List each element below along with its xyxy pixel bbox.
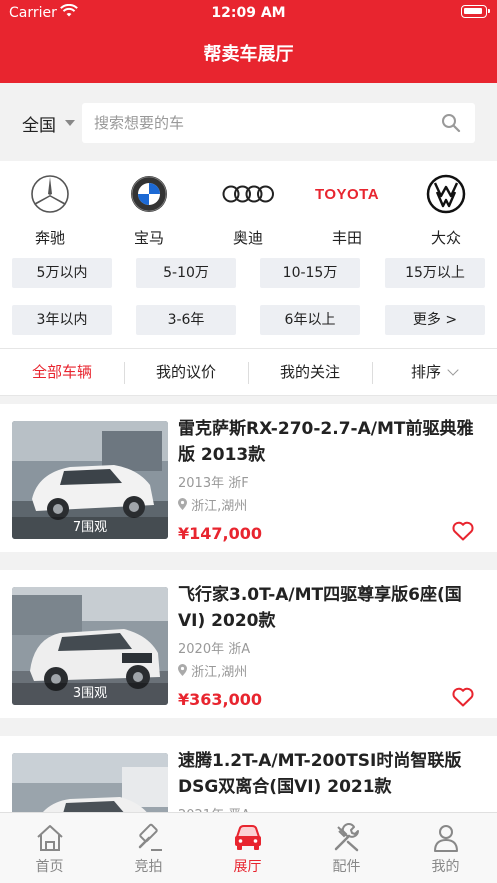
price-filter-2[interactable]: 10-15万 xyxy=(260,258,360,288)
tab-auction[interactable]: 竞拍 xyxy=(99,813,198,883)
brand-name: 丰田 xyxy=(331,229,362,247)
sort-label: 排序 xyxy=(410,363,441,381)
car-photo: 7围观 xyxy=(12,421,168,539)
car-title[interactable]: 雷克萨斯RX-270-2.7-A/MT前驱典雅版 2013款 xyxy=(178,416,488,468)
battery-icon xyxy=(461,5,490,18)
page-title: 帮卖车展厅 xyxy=(203,44,294,65)
car-icon xyxy=(198,822,297,854)
region-selector[interactable]: 全国 xyxy=(22,111,56,136)
tab-label: 我的 xyxy=(431,859,460,875)
tab-sort[interactable]: 排序 xyxy=(372,349,496,396)
car-title[interactable]: 速腾1.2T-A/MT-200TSI时尚智联版DSG双离合(国VI) 2021款 xyxy=(178,748,488,800)
price-filter-3[interactable]: 15万以上 xyxy=(385,258,485,288)
location-text: 浙江,湖州 xyxy=(191,499,248,514)
brand-name: 奥迪 xyxy=(232,229,263,247)
price-filter-0[interactable]: 5万以内 xyxy=(12,258,112,288)
bottom-tab-bar: 首页 竞拍 展厅 配件 我的 xyxy=(0,812,497,883)
tab-home[interactable]: 首页 xyxy=(0,813,99,883)
brand-bmw[interactable]: 宝马 xyxy=(109,171,189,251)
tab-label: 首页 xyxy=(35,859,64,875)
search-input[interactable] xyxy=(94,103,424,143)
location-text: 浙江,湖州 xyxy=(191,665,248,680)
brand-filter-panel: 奔驰 宝马 奥迪 TOYOTA 丰田 大众 5万以内 5-10万 10-15万 … xyxy=(0,161,497,348)
volkswagen-logo-icon xyxy=(406,171,486,217)
toyota-logo-icon: TOYOTA xyxy=(307,171,387,217)
brand-name: 奔驰 xyxy=(34,229,65,247)
tools-icon xyxy=(297,822,396,854)
brand-volkswagen[interactable]: 大众 xyxy=(406,171,486,251)
car-location: 浙江,湖州 xyxy=(178,661,247,680)
tab-label: 展厅 xyxy=(233,859,262,875)
brand-mercedes[interactable]: 奔驰 xyxy=(10,171,90,251)
view-count: 7围观 xyxy=(12,517,168,539)
toyota-logo-text: TOYOTA xyxy=(314,185,380,203)
tab-my-bargains[interactable]: 我的议价 xyxy=(124,349,248,396)
audi-logo-icon xyxy=(208,171,288,217)
car-location: 浙江,湖州 xyxy=(178,495,247,514)
bmw-logo-icon xyxy=(109,171,189,217)
car-price: ¥363,000 xyxy=(178,690,263,709)
search-bar: 全国 xyxy=(0,83,497,161)
chevron-down-icon xyxy=(447,364,459,376)
view-count: 3围观 xyxy=(12,683,168,705)
brand-audi[interactable]: 奥迪 xyxy=(208,171,288,251)
car-card[interactable]: 7围观 雷克萨斯RX-270-2.7-A/MT前驱典雅版 2013款 2013年… xyxy=(0,404,497,552)
mercedes-logo-icon xyxy=(10,171,90,217)
tab-label: 配件 xyxy=(332,859,361,875)
tab-profile[interactable]: 我的 xyxy=(396,813,495,883)
clock: 12:09 AM xyxy=(211,5,286,21)
app-header: Carrier 12:09 AM 帮卖车展厅 xyxy=(0,0,497,83)
brand-name: 大众 xyxy=(430,229,461,247)
car-photo: 3围观 xyxy=(12,587,168,705)
location-pin-icon xyxy=(178,498,187,510)
price-filter-1[interactable]: 5-10万 xyxy=(136,258,236,288)
tab-all-vehicles[interactable]: 全部车辆 xyxy=(0,349,124,396)
car-price: ¥147,000 xyxy=(178,524,263,543)
location-pin-icon xyxy=(178,664,187,676)
user-icon xyxy=(396,822,495,854)
listing-tabs: 全部车辆 我的议价 我的关注 排序 xyxy=(0,348,497,396)
age-filter-2[interactable]: 6年以上 xyxy=(260,305,360,335)
tab-parts[interactable]: 配件 xyxy=(297,813,396,883)
age-filter-1[interactable]: 3-6年 xyxy=(136,305,236,335)
car-year-plate: 2013年 浙F xyxy=(178,476,249,491)
caret-down-icon[interactable] xyxy=(65,120,75,126)
gavel-icon xyxy=(99,822,198,854)
heart-icon[interactable] xyxy=(452,521,474,545)
status-bar: Carrier 12:09 AM xyxy=(0,0,497,26)
heart-icon[interactable] xyxy=(452,687,474,711)
home-icon xyxy=(0,822,99,854)
tab-my-follows[interactable]: 我的关注 xyxy=(248,349,372,396)
car-card[interactable]: 3围观 飞行家3.0T-A/MT四驱尊享版6座(国VI) 2020款 2020年… xyxy=(0,570,497,718)
more-filter-button[interactable]: 更多 > xyxy=(385,305,485,335)
car-year-plate: 2020年 浙A xyxy=(178,642,251,657)
car-title[interactable]: 飞行家3.0T-A/MT四驱尊享版6座(国VI) 2020款 xyxy=(178,582,488,634)
brand-name: 宝马 xyxy=(133,229,164,247)
tab-label: 竞拍 xyxy=(134,859,163,875)
tab-showroom[interactable]: 展厅 xyxy=(198,813,297,883)
search-icon[interactable] xyxy=(441,113,461,137)
age-filter-0[interactable]: 3年以内 xyxy=(12,305,112,335)
brand-toyota[interactable]: TOYOTA 丰田 xyxy=(307,171,387,251)
search-box[interactable] xyxy=(82,103,475,143)
